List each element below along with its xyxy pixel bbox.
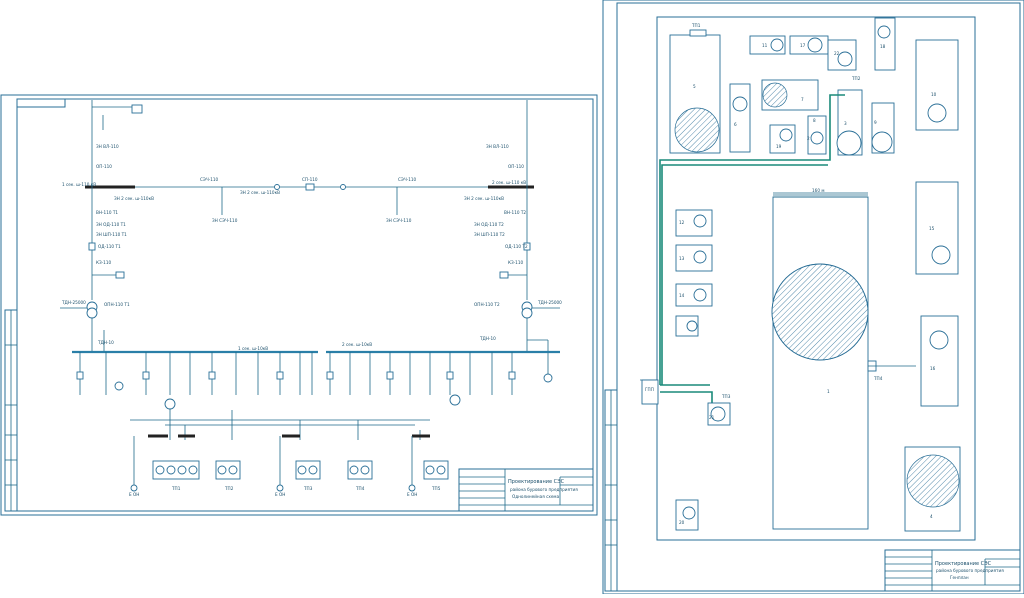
motor-label-2: Ε ОН [275, 492, 285, 497]
load-label-1: ТП1 [171, 486, 181, 491]
motor-label-1: Ε ОН [129, 492, 139, 497]
load-label-4: ТП4 [355, 486, 365, 491]
svg-text:ЗН СЭЧ-110: ЗН СЭЧ-110 [212, 218, 238, 223]
svg-text:16: 16 [930, 366, 936, 371]
svg-text:ЗН ШП-110 Т1: ЗН ШП-110 Т1 [96, 232, 127, 237]
svg-text:ЗН ОД-110 Т2: ЗН ОД-110 Т2 [474, 222, 504, 227]
svg-text:ГПП: ГПП [645, 387, 654, 392]
svg-text:12: 12 [679, 220, 685, 225]
svg-text:ОПН-110 Т1: ОПН-110 Т1 [104, 302, 130, 307]
svg-text:ЗН 2 сек. ш-110кВ: ЗН 2 сек. ш-110кВ [114, 196, 154, 201]
svg-text:7: 7 [801, 97, 804, 102]
svg-text:ЗН ШП-110 Т2: ЗН ШП-110 Т2 [474, 232, 505, 237]
title-block-right-subtitle: района бурового предприятия [936, 568, 1004, 573]
svg-text:ТДН-10: ТДН-10 [97, 340, 114, 345]
svg-text:ОПН-110 Т2: ОПН-110 Т2 [474, 302, 500, 307]
svg-text:160 м: 160 м [812, 188, 824, 193]
svg-text:КЗ-110: КЗ-110 [96, 260, 111, 265]
svg-text:1: 1 [827, 389, 830, 394]
title-block-left-subtitle: района бурового предприятия [510, 487, 578, 492]
sheet-site-plan: 160 м 5 6 7 8 9 10 11 12 13 14 15 16 17 … [602, 0, 1024, 595]
svg-text:ЗН ОД-110 Т1: ЗН ОД-110 Т1 [96, 222, 126, 227]
svg-text:ТП2: ТП2 [851, 76, 861, 81]
svg-text:ОП-110: ОП-110 [96, 164, 112, 169]
title-block-right-sheet: Генплан [950, 575, 969, 580]
motor-label-3: Ε ОН [407, 492, 417, 497]
svg-text:ТП4: ТП4 [873, 376, 883, 381]
load-label-2: ТП2 [224, 486, 234, 491]
bus-10-section-1-label: 1 сек. ш-10кВ [238, 346, 268, 351]
svg-text:ТП3: ТП3 [721, 394, 731, 399]
svg-text:ЗН 2 сек. ш-110кВ: ЗН 2 сек. ш-110кВ [464, 196, 504, 201]
svg-text:9: 9 [874, 120, 877, 125]
svg-text:6: 6 [734, 122, 737, 127]
load-label-3: ТП3 [303, 486, 313, 491]
gpp-substation [641, 379, 659, 405]
title-block-left-sheet: Однолинейная схема [512, 494, 560, 499]
svg-text:18: 18 [880, 44, 886, 49]
section-1-label: 1 сек. ш-110 кВ [62, 182, 96, 187]
svg-text:ЗН ВЛ-110: ЗН ВЛ-110 [486, 144, 509, 149]
svg-text:5: 5 [693, 84, 696, 89]
building-6 [729, 83, 751, 153]
svg-text:ОД-110 Т2: ОД-110 Т2 [505, 244, 528, 249]
sheet-single-line-diagram: 1 сек. ш-110 кВ 2 сек. ш-110 кВ ЗН ВЛ-11… [0, 94, 598, 516]
svg-text:СЭЧ-110: СЭЧ-110 [200, 177, 219, 182]
bus-10-section-2-label: 2 сек. ш-10кВ [342, 342, 372, 347]
svg-text:20: 20 [679, 520, 685, 525]
svg-text:ЗН 2 сек. ш-110кВ: ЗН 2 сек. ш-110кВ [240, 190, 280, 195]
svg-text:13: 13 [679, 256, 685, 261]
svg-text:17: 17 [800, 43, 806, 48]
svg-text:СЭЧ-110: СЭЧ-110 [398, 177, 417, 182]
svg-text:22: 22 [834, 51, 840, 56]
svg-text:КЗ-110: КЗ-110 [508, 260, 523, 265]
section-2-label: 2 сек. ш-110 кВ [492, 180, 526, 185]
svg-text:3: 3 [844, 121, 847, 126]
svg-text:8: 8 [813, 118, 816, 123]
svg-text:ТДН-10: ТДН-10 [479, 336, 496, 341]
svg-text:СП-110: СП-110 [302, 177, 318, 182]
svg-text:ВН-110 Т2: ВН-110 Т2 [504, 210, 526, 215]
svg-text:ЗН СЭЧ-110: ЗН СЭЧ-110 [386, 218, 412, 223]
svg-text:ВН-110 Т1: ВН-110 Т1 [96, 210, 118, 215]
svg-text:ОП-110: ОП-110 [508, 164, 524, 169]
svg-text:ЗН ВЛ-110: ЗН ВЛ-110 [96, 144, 119, 149]
svg-text:21: 21 [709, 415, 715, 420]
svg-text:ТДН-25000: ТДН-25000 [537, 300, 562, 305]
svg-text:19: 19 [776, 144, 782, 149]
drawing-canvas: 1 сек. ш-110 кВ 2 сек. ш-110 кВ ЗН ВЛ-11… [0, 0, 1024, 595]
svg-text:2: 2 [807, 136, 810, 141]
load-label-5: ТП5 [431, 486, 441, 491]
svg-text:ТП1: ТП1 [691, 23, 701, 28]
svg-text:10: 10 [931, 92, 937, 97]
title-block-right-title: Проектирование СЭС [935, 561, 992, 567]
svg-text:11: 11 [762, 43, 768, 48]
building-1 [772, 196, 869, 530]
svg-text:ТДН-25000: ТДН-25000 [61, 300, 86, 305]
svg-text:15: 15 [929, 226, 935, 231]
svg-text:14: 14 [679, 293, 685, 298]
svg-text:4: 4 [930, 514, 933, 519]
title-block-left-title: Проектирование СЭС [508, 479, 565, 485]
svg-text:ОД-110 Т1: ОД-110 Т1 [98, 244, 121, 249]
